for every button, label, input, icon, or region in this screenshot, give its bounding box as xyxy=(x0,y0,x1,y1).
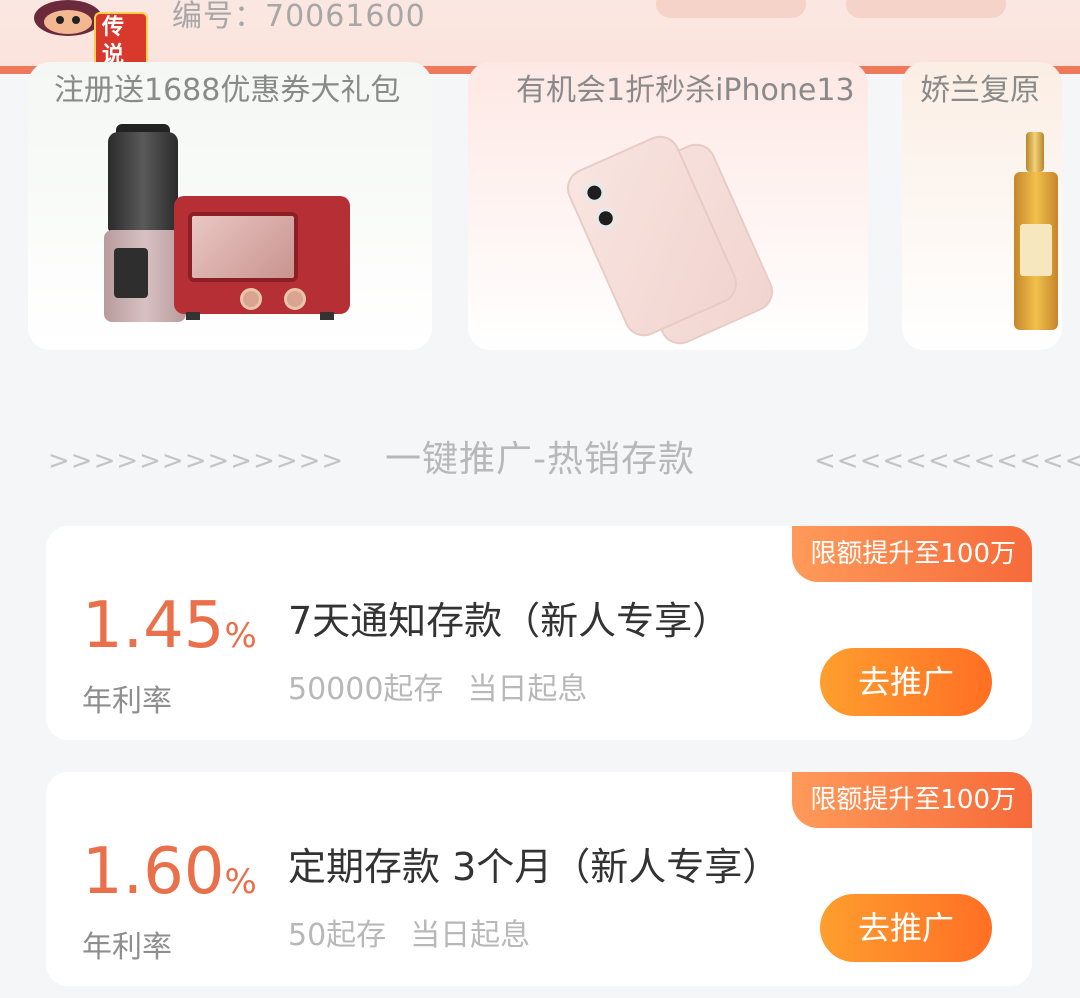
promo-card-coupon[interactable]: 注册送1688优惠券大礼包 xyxy=(28,62,432,350)
rate-unit: % xyxy=(224,862,257,902)
brand-logo: 传说 xyxy=(28,0,148,72)
deposit-card[interactable]: 限额提升至100万 1.60% 年利率 定期存款 3个月（新人专享） 50起存当… xyxy=(46,772,1032,986)
interest-rate: 1.45% xyxy=(82,590,257,672)
serum-bottle-image xyxy=(1014,132,1058,330)
rate-label: 年利率 xyxy=(82,684,172,719)
interest-start: 当日起息 xyxy=(410,918,531,953)
interest-rate: 1.60% xyxy=(82,836,257,918)
min-amount: 50000起存 xyxy=(288,672,444,707)
deposit-card[interactable]: 限额提升至100万 1.45% 年利率 7天通知存款（新人专享） 50000起存… xyxy=(46,526,1032,740)
promo-title: 娇兰复原 xyxy=(920,73,1040,108)
rate-value: 1.60 xyxy=(82,835,225,909)
product-meta: 50000起存 当日起息 xyxy=(288,670,611,710)
promote-button[interactable]: 去推广 xyxy=(820,894,992,962)
header-action-pill[interactable] xyxy=(846,0,1006,18)
promo-title: 注册送1688优惠券大礼包 xyxy=(54,73,401,108)
promo-card-iphone[interactable]: 有机会1折秒杀iPhone13 xyxy=(468,62,868,350)
promote-button[interactable]: 去推广 xyxy=(820,648,992,716)
user-id-label: 编号：70061600 xyxy=(172,0,426,34)
header-action-pill[interactable] xyxy=(656,0,806,18)
interest-start: 当日起息 xyxy=(467,672,588,707)
min-amount: 50起存 xyxy=(288,918,387,953)
rate-unit: % xyxy=(224,616,257,656)
section-deco-right: <<<<<<<<<<<<< xyxy=(814,446,1080,476)
product-name: 7天通知存款（新人专享） xyxy=(288,599,731,643)
rate-label: 年利率 xyxy=(82,930,172,965)
rate-value: 1.45 xyxy=(82,589,225,663)
promo-title: 有机会1折秒杀iPhone13 xyxy=(516,73,855,108)
promo-card-guerlain[interactable]: 娇兰复原 xyxy=(902,62,1062,350)
product-meta: 50起存 当日起息 xyxy=(288,916,554,956)
limit-badge: 限额提升至100万 xyxy=(792,526,1032,582)
product-name: 定期存款 3个月（新人专享） xyxy=(288,845,781,889)
limit-badge: 限额提升至100万 xyxy=(792,772,1032,828)
